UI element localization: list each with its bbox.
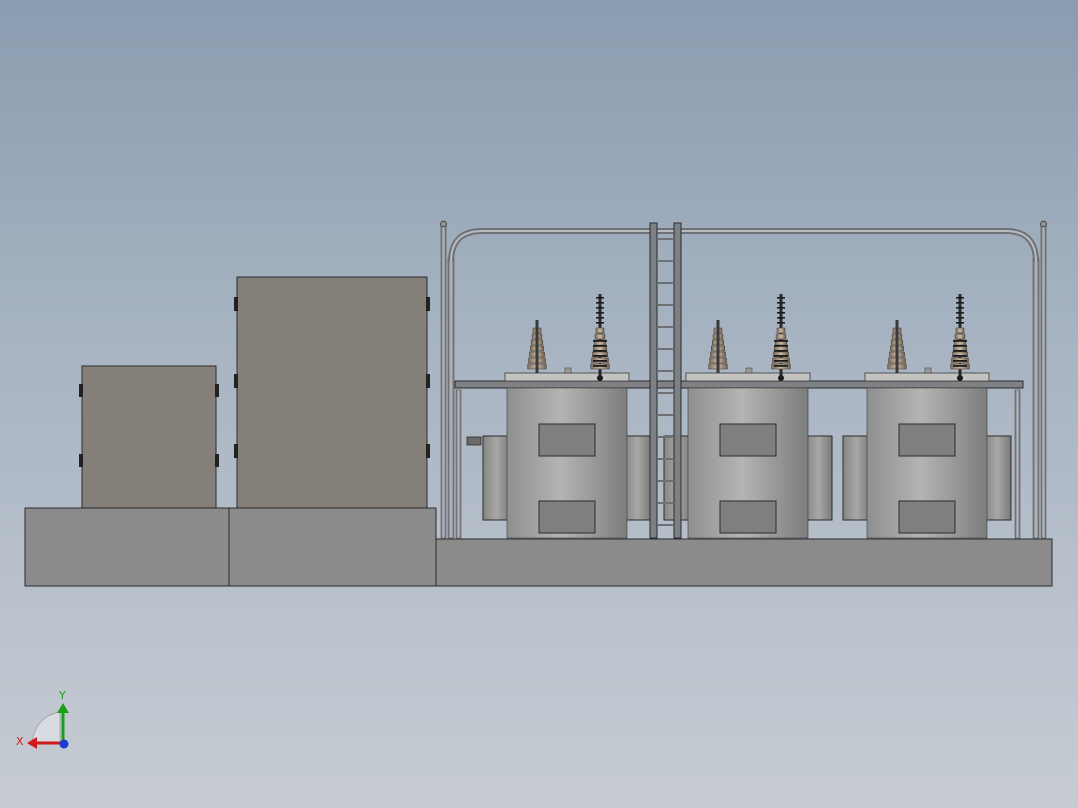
ladder-rung (657, 238, 674, 240)
insulator-disc (593, 360, 607, 362)
transformer-3 (842, 294, 1012, 539)
lid-fitting (564, 367, 572, 374)
terminal (778, 375, 784, 381)
tank-panel-upper (538, 423, 596, 457)
bushing-rib (955, 327, 965, 334)
insulator-disc (953, 345, 967, 347)
ladder-rung (657, 348, 674, 350)
model-canvas[interactable]: Y X (0, 0, 1078, 808)
insulator-disc (956, 317, 964, 319)
transformer-lid (685, 372, 811, 382)
insulator-disc (777, 302, 785, 304)
drain-valve (466, 436, 482, 446)
tank-panel-lower (898, 500, 956, 534)
ladder-rung (657, 480, 674, 482)
y-axis-label: Y (58, 689, 66, 702)
radiator-right (804, 435, 833, 521)
insulator-disc (774, 340, 788, 342)
insulator-disc (774, 345, 788, 347)
bushing-stem (535, 320, 539, 373)
y-axis-head (57, 703, 69, 713)
transformer-lid (864, 372, 990, 382)
insulator-disc (596, 302, 604, 304)
insulator-disc (777, 307, 785, 309)
ladder-rung (657, 436, 674, 438)
insulator-disc (956, 322, 964, 324)
insulator-disc (774, 360, 788, 362)
insulator-disc (777, 297, 785, 299)
tank-panel-lower (538, 500, 596, 534)
insulator-disc (593, 355, 607, 357)
terminal (957, 375, 963, 381)
x-axis-label: X (16, 735, 24, 748)
x-axis-head (27, 737, 37, 749)
z-axis-dot (59, 739, 69, 749)
small-cabinet[interactable] (79, 365, 219, 509)
bushing-stem (895, 320, 899, 373)
insulator-disc (593, 340, 607, 342)
ladder-rung (657, 414, 674, 416)
large-cabinet[interactable] (234, 276, 430, 509)
insulator-disc (777, 312, 785, 314)
transformer-lid (504, 372, 630, 382)
bushing-rib (595, 327, 605, 334)
insulator-disc (596, 307, 604, 309)
bushing-rib (594, 333, 606, 340)
insulator-disc (596, 322, 604, 324)
insulator-disc (596, 312, 604, 314)
lid-fitting (745, 367, 753, 374)
insulator-disc (953, 340, 967, 342)
insulator-disc (956, 307, 964, 309)
bushing-stem (716, 320, 720, 373)
bushing-rib (775, 333, 787, 340)
orientation-triad: Y X (16, 689, 69, 749)
bushing-rib (776, 327, 786, 334)
insulator-disc (774, 365, 788, 367)
insulator-disc (593, 350, 607, 352)
insulator-disc (774, 350, 788, 352)
insulator-disc (953, 350, 967, 352)
cad-viewport[interactable]: Y X (0, 0, 1078, 808)
insulator-disc (953, 360, 967, 362)
tank-panel-upper (898, 423, 956, 457)
deck-beam (454, 380, 1024, 389)
insulator-disc (596, 297, 604, 299)
insulator-disc (593, 365, 607, 367)
radiator-left (482, 435, 511, 521)
ladder-rung (657, 502, 674, 504)
ladder-rung (657, 370, 674, 372)
radiator-right (983, 435, 1012, 521)
radiator-right (623, 435, 652, 521)
tank-panel-upper (719, 423, 777, 457)
insulator-disc (956, 312, 964, 314)
insulator-disc (777, 317, 785, 319)
insulator-disc (777, 322, 785, 324)
insulator-disc (953, 365, 967, 367)
tank-panel-lower (719, 500, 777, 534)
ladder-rung (657, 524, 674, 526)
insulator-disc (956, 297, 964, 299)
insulator-disc (956, 302, 964, 304)
insulator-disc (953, 355, 967, 357)
ladder-rung (657, 392, 674, 394)
transformer-1 (482, 294, 652, 539)
terminal (597, 375, 603, 381)
lid-fitting (924, 367, 932, 374)
ladder-rung (657, 326, 674, 328)
insulator-disc (774, 355, 788, 357)
insulator-disc (596, 317, 604, 319)
insulator-disc (593, 345, 607, 347)
ladder-rung (657, 304, 674, 306)
ladder-rung (657, 458, 674, 460)
radiator-left (842, 435, 871, 521)
ladder-rung (657, 282, 674, 284)
transformer-group (466, 294, 1012, 539)
transformer-2 (663, 294, 833, 539)
bushing-rib (954, 333, 966, 340)
ladder-rung (657, 260, 674, 262)
